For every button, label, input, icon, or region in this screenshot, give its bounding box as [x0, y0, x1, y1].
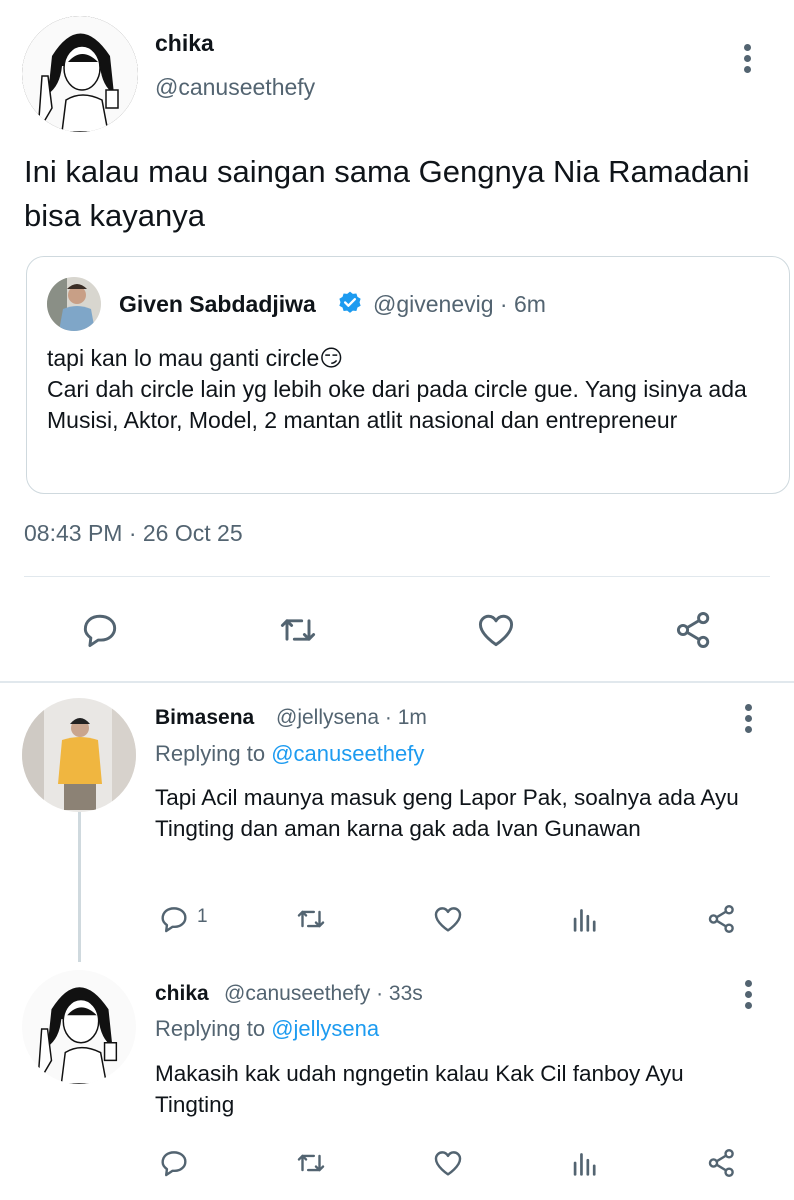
replying-to-link[interactable]: @canuseethefy [271, 741, 424, 766]
author-name[interactable]: chika [155, 30, 214, 57]
quoted-avatar-photo [47, 277, 101, 331]
quoted-tweet-text: tapi kan lo mau ganti circle😏 Cari dah c… [47, 343, 767, 436]
reply-author-name[interactable]: Bimasena [155, 706, 254, 730]
reply-author-avatar[interactable] [22, 698, 136, 812]
reply-author-name[interactable]: chika [155, 982, 209, 1006]
reply-analytics-icon[interactable] [568, 902, 602, 936]
replying-to: Replying to @jellysena [155, 1016, 379, 1042]
more-options-icon[interactable] [742, 44, 752, 77]
reply-author-avatar[interactable] [22, 970, 136, 1084]
quoted-text-line2: Cari dah circle lain yg lebih oke dari p… [47, 376, 747, 433]
reply-like-icon[interactable] [431, 1146, 465, 1180]
retweet-icon[interactable] [276, 608, 320, 652]
section-divider [0, 681, 794, 683]
reply-analytics-icon[interactable] [568, 1146, 602, 1180]
share-icon[interactable] [672, 608, 716, 652]
reply-retweet-icon[interactable] [294, 902, 328, 936]
reply-text: Makasih kak udah ngngetin kalau Kak Cil … [155, 1061, 684, 1117]
tweet-text: Ini kalau mau saingan sama Gengnya Nia R… [24, 154, 750, 233]
reply-icon[interactable] [78, 608, 122, 652]
reply-meta: @canuseethefy · 33s [224, 982, 423, 1005]
reply-like-icon[interactable] [431, 902, 465, 936]
reply-more-options-icon[interactable] [743, 980, 753, 1013]
thread-connector [78, 812, 81, 962]
reply-reply-icon[interactable] [157, 1146, 191, 1180]
verified-badge-icon [337, 290, 363, 316]
reply-retweet-icon[interactable] [294, 1146, 328, 1180]
divider [24, 576, 770, 577]
tweet-timestamp[interactable]: 08:43 PM · 26 Oct 25 [24, 520, 243, 547]
replying-to: Replying to @canuseethefy [155, 741, 424, 767]
avatar-illustration [22, 16, 138, 132]
quoted-text-line1: tapi kan lo mau ganti circle😏 [47, 345, 344, 371]
author-avatar[interactable] [22, 16, 138, 132]
like-icon[interactable] [474, 608, 518, 652]
reply-text: Tapi Acil maunya masuk geng Lapor Pak, s… [155, 785, 739, 841]
reply-reply-icon[interactable] [157, 902, 191, 936]
reply-share-icon[interactable] [705, 1146, 739, 1180]
replying-to-link[interactable]: @jellysena [271, 1016, 379, 1041]
reply-meta: @jellysena · 1m [276, 706, 427, 729]
reply-avatar-photo [22, 698, 136, 812]
quoted-author-meta: @givenevig · 6m [373, 291, 546, 317]
avatar-illustration [22, 970, 136, 1084]
author-handle[interactable]: @canuseethefy [155, 74, 315, 101]
reply-share-icon[interactable] [705, 902, 739, 936]
replying-prefix: Replying to [155, 741, 272, 766]
replying-prefix: Replying to [155, 1016, 272, 1041]
quoted-tweet[interactable]: Given Sabdadjiwa @givenevig · 6m tapi ka… [26, 256, 790, 494]
quoted-author-name: Given Sabdadjiwa [119, 291, 316, 317]
reply-more-options-icon[interactable] [743, 704, 753, 737]
reply-count: 1 [197, 906, 208, 927]
quoted-author-avatar [47, 277, 101, 331]
